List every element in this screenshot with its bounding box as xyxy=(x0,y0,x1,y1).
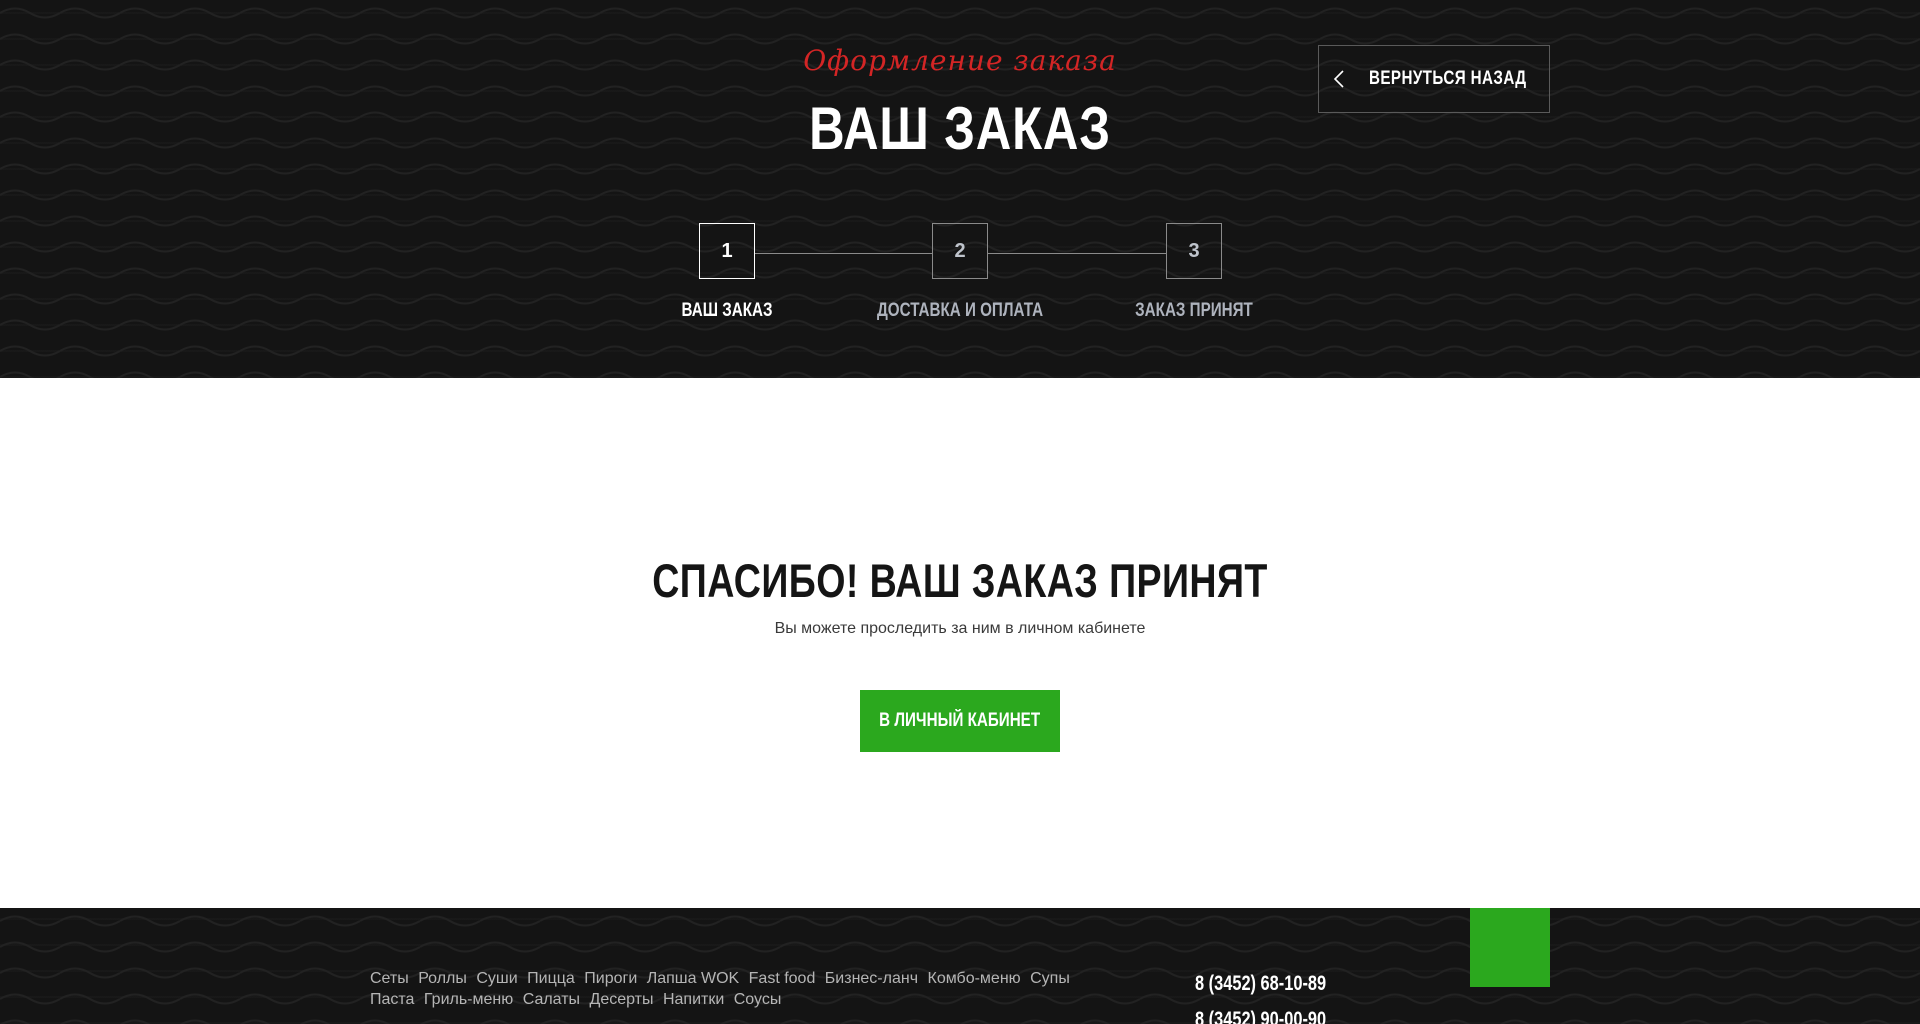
footer-link-rolls[interactable]: Роллы xyxy=(418,970,467,987)
footer-link-soups[interactable]: Супы xyxy=(1030,970,1070,987)
confirmation-title: СПАСИБО! ВАШ ЗАКАЗ ПРИНЯТ xyxy=(652,554,1268,607)
phone-number-2[interactable]: 8 (3452) 90-00-90 xyxy=(1195,1008,1326,1024)
scroll-top-button[interactable] xyxy=(1470,908,1550,987)
footer-link-grill[interactable]: Гриль-меню xyxy=(424,991,513,1008)
footer-link-sets[interactable]: Сеты xyxy=(370,970,409,987)
checkout-subtitle: Оформление заказа xyxy=(803,44,1117,77)
footer-link-pizza[interactable]: Пицца xyxy=(527,970,575,987)
footer-link-wok[interactable]: Лапша WOK xyxy=(647,970,739,987)
step-3-label: ЗАКАЗ ПРИНЯТ xyxy=(1135,300,1253,321)
footer-link-pasta[interactable]: Паста xyxy=(370,991,414,1008)
footer-link-business-lunch[interactable]: Бизнес-ланч xyxy=(825,970,918,987)
footer-link-sauces[interactable]: Соусы xyxy=(734,991,782,1008)
footer-link-pies[interactable]: Пироги xyxy=(584,970,637,987)
footer-category-links: Сеты Роллы Суши Пицца Пироги Лапша WOK F… xyxy=(370,968,1120,1010)
footer-link-drinks[interactable]: Напитки xyxy=(663,991,724,1008)
footer-link-desserts[interactable]: Десерты xyxy=(590,991,654,1008)
step-2-box: 2 xyxy=(932,223,988,279)
step-1-label: ВАШ ЗАКАЗ xyxy=(681,300,773,321)
site-footer: Сеты Роллы Суши Пицца Пироги Лапша WOK F… xyxy=(0,908,1920,1024)
chevron-left-icon xyxy=(1333,70,1344,88)
step-2-label: ДОСТАВКА И ОПЛАТА xyxy=(876,300,1044,321)
personal-account-button-label: В ЛИЧНЫЙ КАБИНЕТ xyxy=(879,710,1041,731)
phone-number-1[interactable]: 8 (3452) 68-10-89 xyxy=(1195,972,1326,996)
footer-link-salads[interactable]: Салаты xyxy=(523,991,580,1008)
footer-link-sushi[interactable]: Суши xyxy=(476,970,517,987)
footer-link-combo[interactable]: Комбо-меню xyxy=(928,970,1021,987)
personal-account-button[interactable]: В ЛИЧНЫЙ КАБИНЕТ xyxy=(860,690,1060,752)
step-3-box: 3 xyxy=(1166,223,1222,279)
step-connector xyxy=(988,253,1166,254)
step-connector xyxy=(754,253,932,254)
confirmation-subtitle: Вы можете проследить за ним в личном каб… xyxy=(774,620,1146,637)
back-button-label: ВЕРНУТЬСЯ НАЗАД xyxy=(1368,68,1527,89)
back-button[interactable]: ВЕРНУТЬСЯ НАЗАД xyxy=(1318,45,1550,113)
footer-link-fastfood[interactable]: Fast food xyxy=(749,970,816,987)
step-1-box: 1 xyxy=(699,223,755,279)
checkout-header: Оформление заказа ВАШ ЗАКАЗ ВЕРНУТЬСЯ НА… xyxy=(0,0,1920,378)
